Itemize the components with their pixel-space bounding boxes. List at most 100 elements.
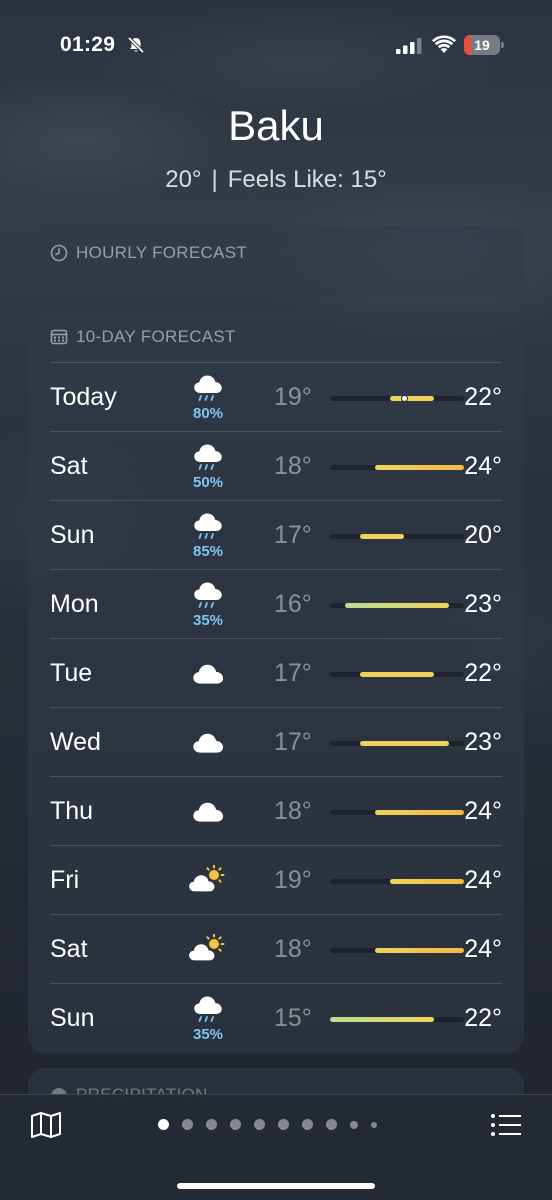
low-temperature: 18° (274, 452, 312, 480)
forecast-day: Sat (50, 452, 88, 480)
forecast-row[interactable]: Fri 19° 24° (50, 846, 502, 915)
page-dot[interactable] (278, 1119, 289, 1130)
page-dot[interactable] (350, 1120, 358, 1129)
temperature-range-track (330, 948, 464, 953)
home-indicator[interactable] (177, 1183, 375, 1189)
precipitation-chance: 35% (192, 612, 224, 629)
temperature-range-bar (330, 1017, 435, 1022)
hourly-forecast-card[interactable]: HOURLY FORECAST (28, 226, 524, 296)
forecast-row[interactable]: Sat 50% 18° 24° (50, 432, 502, 501)
temperature-range-track (330, 465, 464, 470)
ten-day-forecast-list: Today 80% 19° 22° Sat 50% 18° 24° Sun 85% 17° 20° Mo… (50, 362, 502, 1053)
map-icon[interactable] (30, 1111, 62, 1139)
temperature-range-bar (374, 465, 464, 470)
low-temperature: 17° (274, 659, 312, 687)
rain-icon (188, 994, 228, 1024)
separator: | (211, 166, 218, 193)
rain-icon (188, 373, 228, 403)
temperature-range-bar (374, 948, 464, 953)
ten-day-forecast-card[interactable]: 10-DAY FORECAST Today 80% 19° 22° Sat 50% 18° 2… (28, 312, 524, 1054)
temperature-range-bar (344, 603, 450, 608)
hourly-forecast-title: HOURLY FORECAST (76, 243, 248, 262)
temperature-range-track (330, 741, 464, 746)
cellular-signal-icon (396, 38, 422, 54)
list-icon[interactable] (490, 1113, 522, 1137)
rain-icon (188, 580, 228, 610)
low-temperature: 16° (274, 590, 312, 618)
cloud-icon (188, 796, 228, 826)
forecast-day: Mon (50, 590, 99, 618)
high-temperature: 23° (464, 728, 502, 756)
high-temperature: 22° (464, 659, 502, 687)
temperature-range-track (330, 603, 464, 608)
clock-icon (50, 244, 68, 262)
rain-icon (188, 511, 228, 541)
ten-day-forecast-header: 10-DAY FORECAST (50, 324, 502, 350)
high-temperature: 23° (464, 590, 502, 618)
temperature-range-track (330, 1017, 464, 1022)
temperature-range-bar (359, 534, 405, 539)
page-dot[interactable] (182, 1119, 193, 1130)
forecast-row[interactable]: Today 80% 19° 22° (50, 363, 502, 432)
temperature-range-track (330, 810, 464, 815)
rain-icon (188, 442, 228, 472)
status-bar: 01:29 19 (0, 0, 552, 80)
low-temperature: 19° (274, 383, 312, 411)
hourly-forecast-header: HOURLY FORECAST (50, 240, 502, 266)
bottom-toolbar (0, 1094, 552, 1200)
cloud-icon (188, 658, 228, 688)
forecast-day: Sat (50, 935, 88, 963)
current-conditions: 20° | Feels Like: 15° (0, 166, 552, 194)
low-temperature: 17° (274, 728, 312, 756)
forecast-day: Fri (50, 866, 80, 894)
page-dot[interactable] (371, 1121, 377, 1128)
forecast-row[interactable]: Tue 17° 22° (50, 639, 502, 708)
temperature-range-bar (389, 879, 464, 884)
bell-slash-icon (127, 36, 145, 54)
ten-day-forecast-title: 10-DAY FORECAST (76, 327, 236, 346)
temperature-range-bar (389, 396, 435, 401)
forecast-day: Today (50, 383, 117, 411)
wifi-icon (432, 35, 456, 53)
partly-sunny-icon (188, 933, 228, 964)
calendar-icon (50, 329, 68, 345)
low-temperature: 19° (274, 866, 312, 894)
temperature-range-track (330, 534, 464, 539)
forecast-row[interactable]: Sat 18° 24° (50, 915, 502, 984)
page-indicator[interactable] (158, 1119, 377, 1130)
city-name: Baku (228, 102, 324, 149)
high-temperature: 24° (464, 935, 502, 963)
temperature-range-bar (374, 810, 464, 815)
high-temperature: 20° (464, 521, 502, 549)
precipitation-chance: 80% (192, 405, 224, 422)
temperature-range-bar (359, 672, 435, 677)
forecast-row[interactable]: Mon 35% 16° 23° (50, 570, 502, 639)
page-dot[interactable] (302, 1119, 313, 1130)
low-temperature: 18° (274, 797, 312, 825)
temperature-range-track (330, 672, 464, 677)
high-temperature: 22° (464, 1004, 502, 1032)
current-temperature: 20° (165, 166, 202, 193)
page-dot[interactable] (158, 1119, 169, 1130)
high-temperature: 24° (464, 797, 502, 825)
forecast-day: Sun (50, 1004, 95, 1032)
forecast-day: Tue (50, 659, 93, 687)
forecast-row[interactable]: Sun 85% 17° 20° (50, 501, 502, 570)
forecast-row[interactable]: Thu 18° 24° (50, 777, 502, 846)
temperature-range-bar (359, 741, 450, 746)
page-dot[interactable] (230, 1119, 241, 1130)
forecast-row[interactable]: Wed 17° 23° (50, 708, 502, 777)
high-temperature: 22° (464, 383, 502, 411)
high-temperature: 24° (464, 866, 502, 894)
status-time: 01:29 (60, 33, 116, 56)
precipitation-chance: 50% (192, 474, 224, 491)
forecast-day: Thu (50, 797, 94, 825)
forecast-day: Sun (50, 521, 95, 549)
feels-like: Feels Like: 15° (227, 166, 387, 193)
page-dot[interactable] (254, 1119, 265, 1130)
forecast-row[interactable]: Sun 35% 15° 22° (50, 984, 502, 1053)
temperature-range-track (330, 395, 464, 402)
high-temperature: 24° (464, 452, 502, 480)
page-dot[interactable] (206, 1119, 217, 1130)
page-dot[interactable] (326, 1119, 337, 1130)
